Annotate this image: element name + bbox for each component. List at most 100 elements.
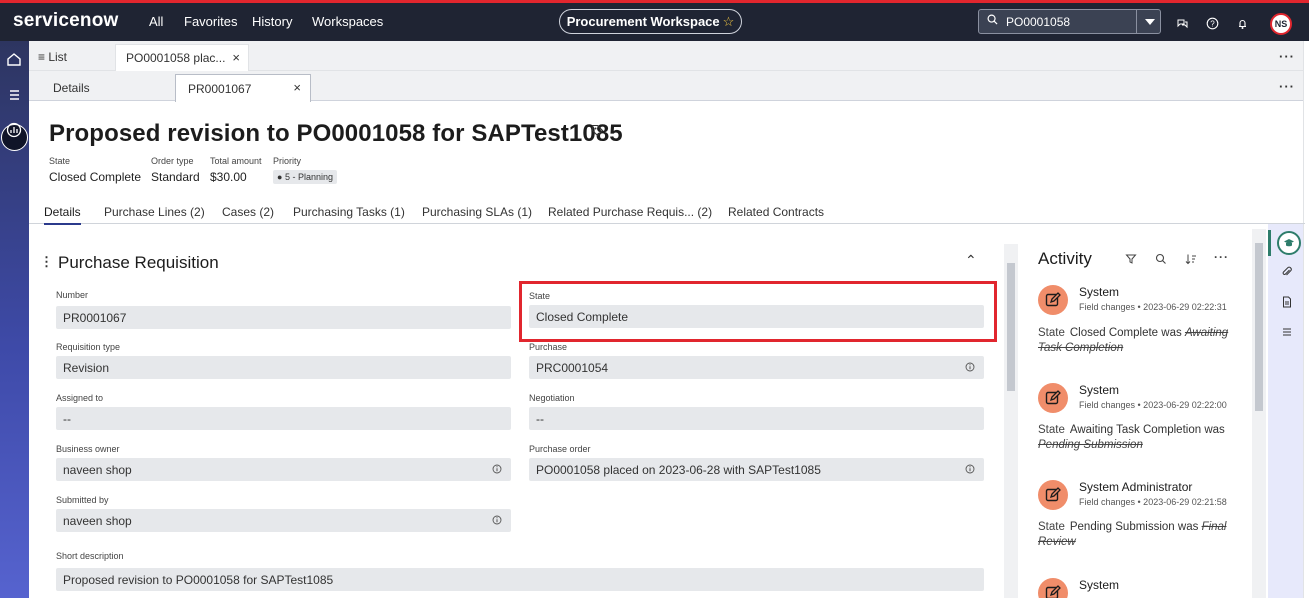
more-options-icon[interactable]: ···: [1279, 49, 1295, 64]
tab-pr-record[interactable]: PR0001067 ×: [175, 74, 311, 102]
collapse-icon[interactable]: ⌃: [965, 252, 977, 269]
activity-entry: System Administrator Field changes • 202…: [1038, 480, 1238, 560]
number-label: Number: [56, 290, 89, 300]
activity-meta: Field changes • 2023-06-29 02:21:58: [1079, 497, 1227, 507]
page-scrollbar[interactable]: [1303, 41, 1309, 598]
priority-badge: ● 5 - Planning: [273, 170, 337, 184]
requisition-type-field[interactable]: Revision: [56, 356, 511, 379]
business-owner-field[interactable]: naveen shop: [56, 458, 511, 481]
meta-order-type-label: Order type: [151, 156, 194, 166]
highlight-box: [519, 281, 997, 342]
info-icon[interactable]: [492, 515, 502, 525]
info-icon[interactable]: [965, 464, 975, 474]
dot-icon: ●: [277, 172, 285, 182]
star-icon[interactable]: ☆: [723, 14, 735, 29]
chat-icon[interactable]: [1176, 17, 1189, 30]
activity-change: State Awaiting Task Completion was Pendin…: [1038, 424, 1225, 451]
subtab-purchase-lines[interactable]: Purchase Lines (2): [104, 205, 205, 219]
purchase-label: Purchase: [529, 342, 568, 352]
search-icon[interactable]: [1155, 253, 1167, 265]
activity-meta: Field changes • 2023-06-29 02:22:31: [1079, 302, 1227, 312]
close-icon[interactable]: ×: [293, 80, 301, 95]
subtab-purchasing-tasks[interactable]: Purchasing Tasks (1): [293, 205, 405, 219]
workspace-tabs: ≡ List PO0001058 plac... × ···: [29, 41, 1305, 71]
activity-author: System Administrator: [1079, 480, 1193, 494]
activity-change: State Closed Complete was Awaiting Task C…: [1038, 327, 1229, 354]
attachment-icon[interactable]: [1281, 266, 1293, 278]
servicenow-logo[interactable]: servicenow: [13, 10, 119, 32]
submitted-by-field[interactable]: naveen shop: [56, 509, 511, 532]
assigned-to-field[interactable]: --: [56, 407, 511, 430]
form-scrollbar[interactable]: [1004, 244, 1018, 598]
left-rail: [0, 41, 29, 598]
purchase-order-field[interactable]: PO0001058 placed on 2023-06-28 with SAPT…: [529, 458, 984, 481]
assigned-to-label: Assigned to: [56, 393, 104, 403]
requisition-type-label: Requisition type: [56, 342, 121, 352]
meta-state-label: State: [49, 156, 71, 166]
help-icon[interactable]: ?: [1206, 17, 1219, 30]
search-scope-dropdown[interactable]: [1136, 10, 1161, 33]
activity-author: System: [1079, 383, 1120, 397]
tab-list[interactable]: ≡ List: [38, 50, 67, 64]
purchase-field[interactable]: PRC0001054: [529, 356, 984, 379]
activity-change: State Pending Submission was Final Review: [1038, 521, 1227, 548]
activity-meta: Field changes • 2023-06-29 02:22:00: [1079, 400, 1227, 410]
workspace-label: Procurement Workspace: [566, 14, 720, 29]
business-owner-label: Business owner: [56, 444, 120, 454]
activity-entry: System: [1038, 578, 1238, 598]
nav-favorites[interactable]: Favorites: [184, 14, 237, 29]
section-drag-handle-icon[interactable]: ⋮: [40, 254, 53, 270]
workspace-button[interactable]: Procurement Workspace ☆: [559, 9, 742, 34]
edit-icon: [1038, 578, 1068, 598]
list-icon[interactable]: [1281, 326, 1293, 338]
home-icon[interactable]: [5, 50, 23, 68]
page-title: Proposed revision to PO0001058 for SAPTe…: [49, 120, 623, 147]
negotiation-label: Negotiation: [529, 393, 575, 403]
menu-icon: ≡: [38, 50, 49, 64]
global-search[interactable]: PO0001058: [978, 9, 1161, 34]
submitted-by-label: Submitted by: [56, 495, 109, 505]
subtab-details[interactable]: Details: [44, 205, 81, 225]
contextual-sidebar: [1268, 224, 1303, 598]
edit-icon: [1038, 383, 1068, 413]
document-icon[interactable]: [1281, 296, 1293, 308]
svg-text:?: ?: [1210, 20, 1215, 29]
tab-details[interactable]: Details: [53, 81, 90, 95]
record-tabs: Details PR0001067 × ···: [29, 71, 1305, 102]
analytics-icon[interactable]: [5, 121, 23, 139]
purchase-order-label: Purchase order: [529, 444, 591, 454]
activity-title: Activity: [1038, 249, 1092, 268]
bell-icon[interactable]: [1236, 17, 1249, 30]
activity-entry: System Field changes • 2023-06-29 02:22:…: [1038, 285, 1238, 365]
info-icon[interactable]: [492, 464, 502, 474]
nav-history[interactable]: History: [252, 14, 292, 29]
short-description-field[interactable]: Proposed revision to PO0001058 for SAPTe…: [56, 568, 984, 591]
more-options-icon[interactable]: ···: [1279, 79, 1295, 94]
avatar[interactable]: NS: [1270, 13, 1292, 35]
scrollbar-thumb[interactable]: [1007, 263, 1015, 391]
search-input[interactable]: PO0001058: [1006, 15, 1070, 29]
short-description-label: Short description: [56, 551, 124, 561]
info-icon[interactable]: [965, 362, 975, 372]
active-indicator: [1268, 230, 1271, 256]
edit-icon: [1038, 285, 1068, 315]
close-icon[interactable]: ×: [232, 50, 240, 65]
number-field[interactable]: PR0001067: [56, 306, 511, 329]
sort-icon[interactable]: [1185, 253, 1197, 265]
tab-po-record[interactable]: PO0001058 plac... ×: [115, 44, 249, 71]
subtab-related-contracts[interactable]: Related Contracts: [728, 205, 824, 219]
subtab-purchasing-slas[interactable]: Purchasing SLAs (1): [422, 205, 532, 219]
subtab-related-requisitions[interactable]: Related Purchase Requis... (2): [548, 205, 712, 219]
scrollbar-thumb[interactable]: [1255, 243, 1263, 411]
nav-workspaces[interactable]: Workspaces: [312, 14, 383, 29]
activity-scrollbar[interactable]: [1252, 229, 1266, 598]
filter-icon[interactable]: [1125, 253, 1137, 265]
section-title: Purchase Requisition: [58, 253, 219, 272]
subtab-cases[interactable]: Cases (2): [222, 205, 274, 219]
negotiation-field[interactable]: --: [529, 407, 984, 430]
nav-all[interactable]: All: [149, 14, 163, 29]
graduation-cap-icon: [1284, 239, 1294, 247]
activity-author: System: [1079, 578, 1120, 592]
tag-icon[interactable]: [591, 124, 604, 137]
more-options-icon[interactable]: ···: [1214, 250, 1228, 264]
